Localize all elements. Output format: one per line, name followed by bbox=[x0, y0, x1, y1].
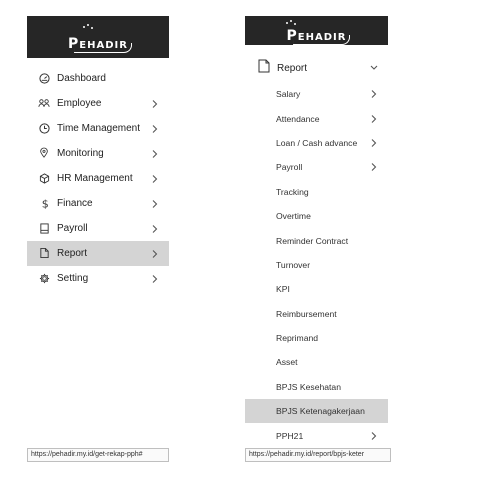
report-submenu-item-reimbursement[interactable]: Reimbursement bbox=[245, 302, 388, 326]
chevron-right-icon bbox=[151, 274, 159, 284]
sidebar-item-label: Dashboard bbox=[57, 73, 106, 84]
brand-logo[interactable]: PEHADIR bbox=[68, 36, 132, 53]
chevron-right-icon bbox=[151, 124, 159, 134]
submenu-item-label: KPI bbox=[276, 284, 290, 295]
report-menu-header[interactable]: Report bbox=[245, 56, 388, 81]
submenu-item-label: BPJS Kesehatan bbox=[276, 381, 341, 392]
sidebar-item-hr-management[interactable]: HR Management bbox=[27, 166, 169, 191]
sidebar-item-dashboard[interactable]: Dashboard bbox=[27, 66, 169, 91]
submenu-item-label: Overtime bbox=[276, 211, 311, 222]
sidebar-item-finance[interactable]: $ Finance bbox=[27, 191, 169, 216]
submenu-item-label: PPH21 bbox=[276, 430, 304, 441]
report-submenu-item-kpi[interactable]: KPI bbox=[245, 277, 388, 301]
report-submenu-item-payroll[interactable]: Payroll bbox=[245, 155, 388, 179]
submenu-item-label: Asset bbox=[276, 357, 298, 368]
report-submenu-item-bpjs-kesehatan[interactable]: BPJS Kesehatan bbox=[245, 375, 388, 399]
chevron-right-icon bbox=[370, 114, 378, 124]
submenu-item-label: Payroll bbox=[276, 162, 303, 173]
left-sidebar: PEHADIR Dashboard Employee Time Management… bbox=[27, 16, 169, 462]
svg-text:$: $ bbox=[41, 198, 48, 209]
submenu-item-label: Reprimand bbox=[276, 333, 319, 344]
sparkle-icon bbox=[83, 26, 85, 28]
chevron-right-icon bbox=[151, 99, 159, 109]
sidebar-item-label: Monitoring bbox=[57, 148, 104, 159]
report-submenu-item-reprimand[interactable]: Reprimand bbox=[245, 326, 388, 350]
report-submenu-item-reminder-contract[interactable]: Reminder Contract bbox=[245, 228, 388, 252]
clock-icon bbox=[38, 122, 50, 134]
gear-icon bbox=[38, 272, 50, 284]
sidebar-item-label: Payroll bbox=[57, 223, 88, 234]
dollar-icon: $ bbox=[38, 197, 50, 209]
brand-logo[interactable]: PEHADIR bbox=[287, 28, 351, 45]
document-icon bbox=[38, 247, 50, 259]
sidebar-item-employee[interactable]: Employee bbox=[27, 91, 169, 116]
sparkle-icon bbox=[87, 24, 89, 26]
chevron-right-icon bbox=[151, 149, 159, 159]
sidebar-item-payroll[interactable]: Payroll bbox=[27, 216, 169, 241]
link-status-bar: https://pehadir.my.id/report/bpjs-keter bbox=[245, 448, 391, 462]
sidebar-item-label: HR Management bbox=[57, 173, 133, 184]
document-icon bbox=[258, 59, 270, 73]
chevron-right-icon bbox=[151, 199, 159, 209]
report-submenu-item-bpjs-ketenagakerjaan[interactable]: BPJS Ketenagakerjaan bbox=[245, 399, 388, 424]
report-submenu-item-asset[interactable]: Asset bbox=[245, 350, 388, 374]
dashboard-icon bbox=[38, 72, 50, 84]
report-submenu-item-tracking[interactable]: Tracking bbox=[245, 180, 388, 204]
submenu-item-label: Reminder Contract bbox=[276, 235, 349, 246]
submenu-item-label: Reimbursement bbox=[276, 308, 337, 319]
payroll-book-icon bbox=[38, 222, 50, 234]
sidebar-item-report[interactable]: Report bbox=[27, 241, 169, 266]
report-label: Report bbox=[277, 63, 308, 74]
logo-bar: PEHADIR bbox=[245, 16, 388, 45]
submenu-item-label: Salary bbox=[276, 89, 301, 100]
chevron-right-icon bbox=[151, 224, 159, 234]
report-submenu-item-loan-cash-advance[interactable]: Loan / Cash advance bbox=[245, 131, 388, 155]
chevron-right-icon bbox=[151, 249, 159, 259]
submenu-item-label: BPJS Ketenagakerjaan bbox=[276, 406, 365, 417]
sidebar-item-label: Employee bbox=[57, 98, 102, 109]
chevron-right-icon bbox=[370, 89, 378, 99]
chevron-right-icon bbox=[370, 431, 378, 441]
cube-icon bbox=[38, 172, 50, 184]
report-submenu-item-overtime[interactable]: Overtime bbox=[245, 204, 388, 228]
chevron-right-icon bbox=[370, 138, 378, 148]
chevron-down-icon bbox=[370, 63, 378, 70]
logo-bar: PEHADIR bbox=[27, 16, 169, 58]
submenu-item-label: Loan / Cash advance bbox=[276, 137, 358, 148]
chevron-right-icon bbox=[151, 174, 159, 184]
sidebar-item-setting[interactable]: Setting bbox=[27, 266, 169, 291]
submenu-item-label: Tracking bbox=[276, 186, 309, 197]
sparkle-icon bbox=[91, 27, 93, 29]
location-pin-icon bbox=[38, 147, 50, 159]
sidebar-item-label: Time Management bbox=[57, 123, 140, 134]
report-submenu-item-salary[interactable]: Salary bbox=[245, 82, 388, 106]
sparkle-icon bbox=[286, 22, 288, 24]
sidebar-item-label: Setting bbox=[57, 273, 89, 284]
sparkle-icon bbox=[290, 20, 292, 22]
sidebar-item-monitoring[interactable]: Monitoring bbox=[27, 141, 169, 166]
sidebar-item-label: Finance bbox=[57, 198, 93, 209]
sparkle-icon bbox=[294, 23, 296, 25]
right-sidebar: PEHADIR Report Salary Attendance Loan / Ca… bbox=[245, 16, 388, 462]
report-submenu-item-pph21[interactable]: PPH21 bbox=[245, 423, 388, 447]
submenu-item-label: Turnover bbox=[276, 259, 311, 270]
report-submenu-item-turnover[interactable]: Turnover bbox=[245, 253, 388, 277]
sidebar-item-label: Report bbox=[57, 248, 88, 259]
chevron-right-icon bbox=[370, 162, 378, 172]
users-icon bbox=[38, 97, 50, 109]
sidebar-item-time-management[interactable]: Time Management bbox=[27, 116, 169, 141]
submenu-item-label: Attendance bbox=[276, 113, 320, 124]
link-status-bar: https://pehadir.my.id/get-rekap-pph# bbox=[27, 448, 169, 462]
report-submenu-item-attendance[interactable]: Attendance bbox=[245, 106, 388, 130]
